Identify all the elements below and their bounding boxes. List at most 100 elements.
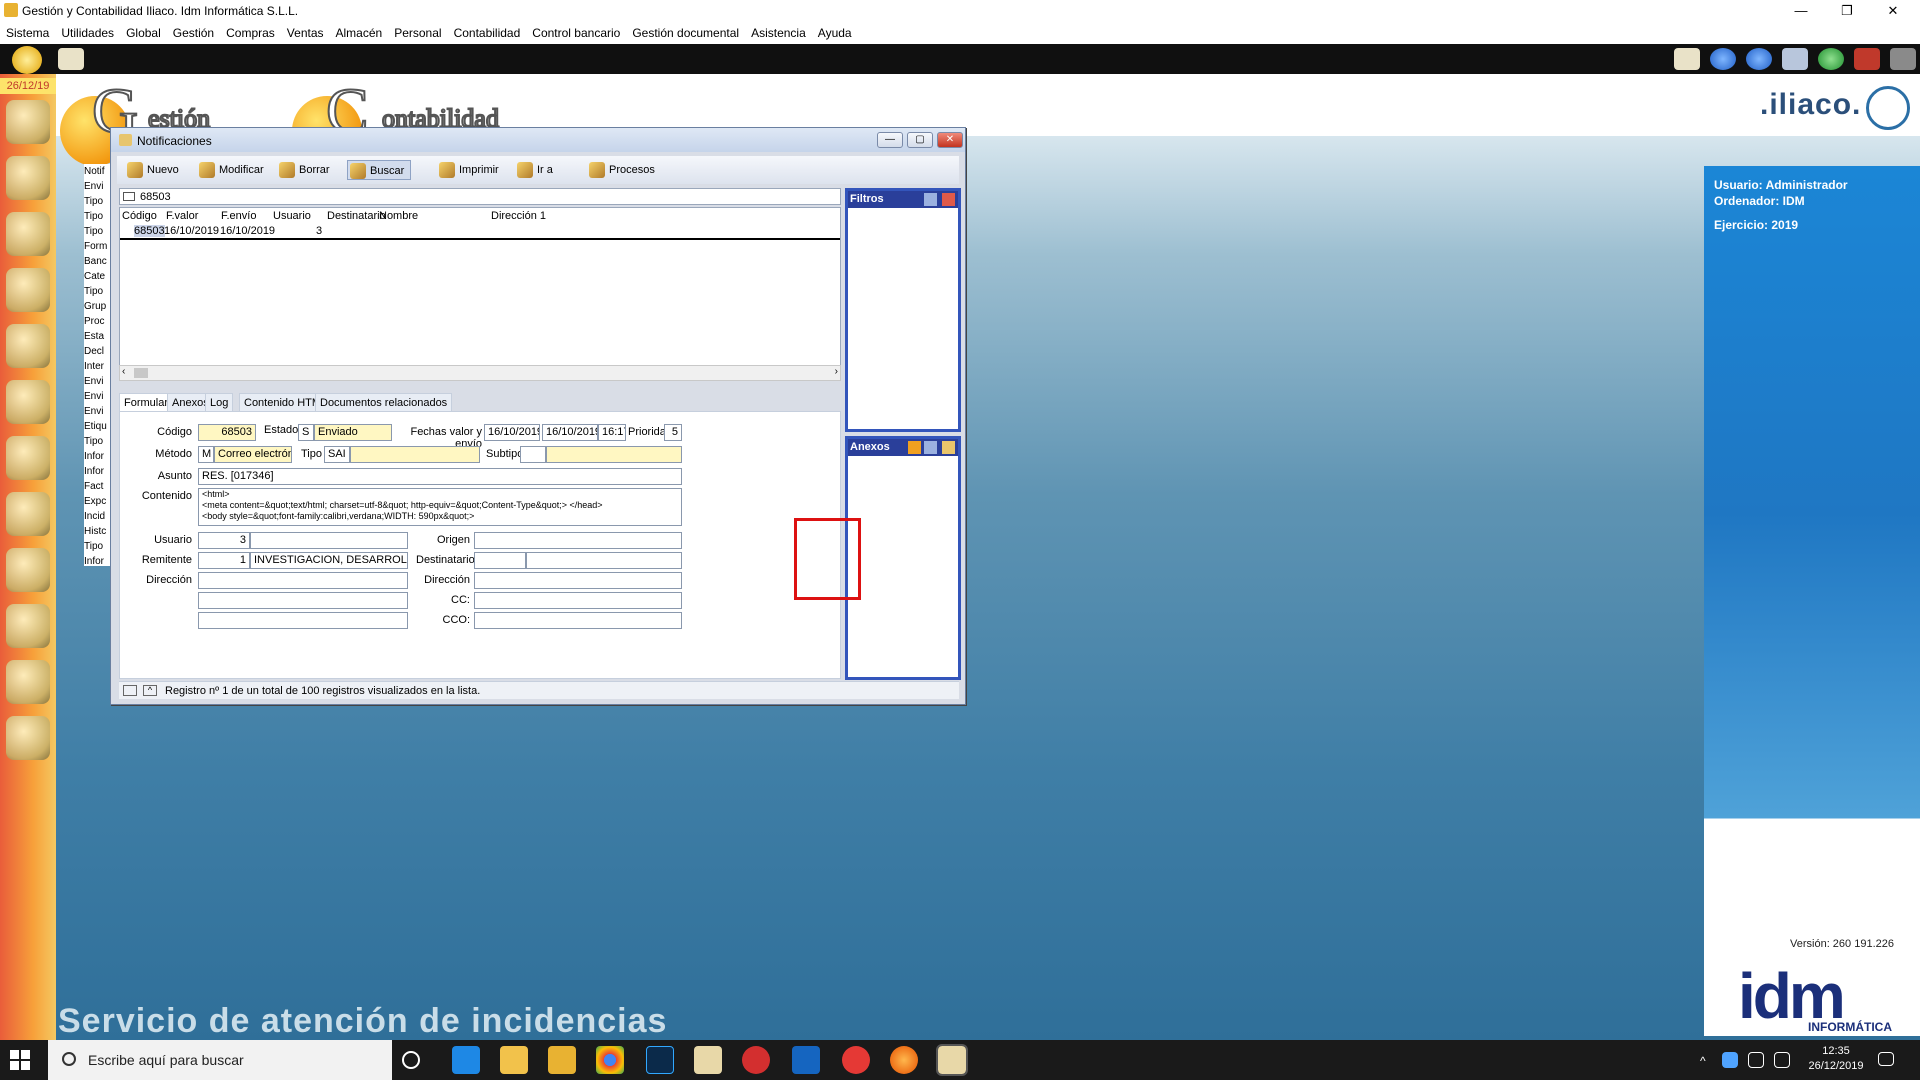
mail-icon[interactable] xyxy=(58,48,84,70)
taskbar-clock[interactable]: 12:35 26/12/2019 xyxy=(1806,1044,1866,1074)
menu-personal[interactable]: Personal xyxy=(394,26,441,40)
iliaco-active-app-icon[interactable] xyxy=(936,1044,968,1076)
forward-arrow-icon[interactable] xyxy=(1746,48,1772,70)
close-button[interactable]: ✕ xyxy=(1870,0,1916,22)
usuario-name-field[interactable] xyxy=(250,532,408,549)
status-record-icon[interactable] xyxy=(123,685,137,696)
scroll-thumb[interactable] xyxy=(134,368,148,378)
attachment-settings-icon[interactable] xyxy=(924,441,937,454)
filter-settings-icon[interactable] xyxy=(924,193,937,206)
col-fvalor[interactable]: F.valor xyxy=(166,210,198,222)
tipo-code-field[interactable]: SAI xyxy=(324,446,350,463)
imprimir-button[interactable]: Imprimir xyxy=(437,160,499,180)
menu-ventas[interactable]: Ventas xyxy=(287,26,324,40)
destinatario-id-field[interactable] xyxy=(474,552,526,569)
taskbar-search-input[interactable]: Escribe aquí para buscar xyxy=(48,1040,392,1080)
filter-close-icon[interactable] xyxy=(942,193,955,206)
col-destinatario[interactable]: Destinatario xyxy=(327,210,386,222)
usuario-id-field[interactable]: 3 xyxy=(198,532,250,549)
add-attachment-icon[interactable] xyxy=(908,441,921,454)
photoshop-icon[interactable] xyxy=(646,1046,674,1074)
scroll-left-icon[interactable]: ‹ xyxy=(122,366,125,377)
report-icon[interactable] xyxy=(6,660,50,704)
subtipo-field[interactable] xyxy=(546,446,682,463)
users-icon[interactable] xyxy=(6,100,50,144)
file-explorer-icon[interactable] xyxy=(548,1046,576,1074)
records-grid[interactable]: Código F.valor F.envío Usuario Destinata… xyxy=(119,207,841,375)
cc-field[interactable] xyxy=(474,592,682,609)
open-attachment-icon[interactable] xyxy=(942,441,955,454)
dialog-close-button[interactable]: ✕ xyxy=(937,132,963,148)
mail-icon[interactable] xyxy=(1674,48,1700,70)
prioridad-field[interactable]: 5 xyxy=(664,424,682,441)
cortana-icon[interactable] xyxy=(402,1051,420,1069)
dx-icon[interactable] xyxy=(742,1046,770,1074)
hora-field[interactable]: 16:17 xyxy=(598,424,626,441)
menu-control-bancario[interactable]: Control bancario xyxy=(532,26,620,40)
grid-horizontal-scrollbar[interactable]: ‹ › xyxy=(119,365,841,381)
buscar-button[interactable]: Buscar xyxy=(347,160,412,180)
edge-icon[interactable] xyxy=(452,1046,480,1074)
borrar-button[interactable]: Borrar xyxy=(277,160,330,180)
dialog-minimize-button[interactable]: — xyxy=(877,132,903,148)
metodo-field[interactable]: Correo electrónico xyxy=(214,446,292,463)
subtipo-code-field[interactable] xyxy=(520,446,546,463)
status-up-icon[interactable]: ^ xyxy=(143,685,157,696)
col-fenvio[interactable]: F.envío xyxy=(221,210,256,222)
network-icon[interactable] xyxy=(1748,1052,1764,1068)
minimize-button[interactable]: — xyxy=(1778,0,1824,22)
nuevo-button[interactable]: Nuevo xyxy=(125,160,179,180)
back-arrow-icon[interactable] xyxy=(1710,48,1736,70)
col-nombre[interactable]: Nombre xyxy=(379,210,418,222)
menu-ayuda[interactable]: Ayuda xyxy=(818,26,852,40)
menu-sistema[interactable]: Sistema xyxy=(6,26,49,40)
estado-field[interactable]: Enviado xyxy=(314,424,392,441)
menu-global[interactable]: Global xyxy=(126,26,161,40)
remitente-id-field[interactable]: 1 xyxy=(198,552,250,569)
search-input[interactable]: 68503 xyxy=(119,188,841,205)
fecha-valor-field[interactable]: 16/10/2019 xyxy=(484,424,540,441)
f-document-icon[interactable] xyxy=(6,436,50,480)
maximize-button[interactable]: ❐ xyxy=(1824,0,1870,22)
dropbox-icon[interactable] xyxy=(1722,1052,1738,1068)
col-codigo[interactable]: Código xyxy=(122,210,157,222)
scroll-right-icon[interactable]: › xyxy=(835,366,838,377)
antivirus-icon[interactable] xyxy=(842,1046,870,1074)
articles-icon[interactable] xyxy=(6,156,50,200)
menu-gestion[interactable]: Gestión xyxy=(173,26,214,40)
windows-start-icon[interactable] xyxy=(10,1050,30,1070)
col-direccion1[interactable]: Dirección 1 xyxy=(491,210,546,222)
agent-icon[interactable] xyxy=(6,324,50,368)
codigo-field[interactable]: 68503 xyxy=(198,424,256,441)
client-icon[interactable] xyxy=(6,212,50,256)
metodo-code-field[interactable]: M xyxy=(198,446,214,463)
menu-almacen[interactable]: Almacén xyxy=(336,26,383,40)
menu-compras[interactable]: Compras xyxy=(226,26,275,40)
fecha-envio-field[interactable]: 16/10/2019 xyxy=(542,424,598,441)
destinatario-field[interactable] xyxy=(526,552,682,569)
tab-log[interactable]: Log xyxy=(205,393,234,411)
menu-gestion-documental[interactable]: Gestión documental xyxy=(632,26,739,40)
direccion-field-3[interactable] xyxy=(198,612,408,629)
col-usuario[interactable]: Usuario xyxy=(273,210,311,222)
modificar-button[interactable]: Modificar xyxy=(197,160,264,180)
menu-contabilidad[interactable]: Contabilidad xyxy=(454,26,521,40)
exit-icon[interactable] xyxy=(1890,48,1916,70)
package-icon[interactable] xyxy=(6,604,50,648)
remitente-field[interactable]: INVESTIGACION, DESARROLLO Y M/ xyxy=(250,552,408,569)
notifications-icon[interactable] xyxy=(1878,1052,1894,1066)
teamviewer-icon[interactable] xyxy=(792,1046,820,1074)
direccion-field-2[interactable] xyxy=(198,592,408,609)
tipo-field[interactable] xyxy=(350,446,480,463)
dialog-maximize-button[interactable]: ▢ xyxy=(907,132,933,148)
ir-a-button[interactable]: Ir a xyxy=(515,160,553,180)
iliaco-app-icon[interactable] xyxy=(694,1046,722,1074)
chrome-icon[interactable] xyxy=(596,1046,624,1074)
p-document-icon[interactable] xyxy=(6,380,50,424)
disc-icon[interactable] xyxy=(6,716,50,760)
tab-documentos-relacionados[interactable]: Documentos relacionados xyxy=(315,393,453,411)
direccion-field[interactable] xyxy=(198,572,408,589)
menu-asistencia[interactable]: Asistencia xyxy=(751,26,806,40)
help-icon[interactable] xyxy=(1818,48,1844,70)
estado-code-field[interactable]: S xyxy=(298,424,314,441)
